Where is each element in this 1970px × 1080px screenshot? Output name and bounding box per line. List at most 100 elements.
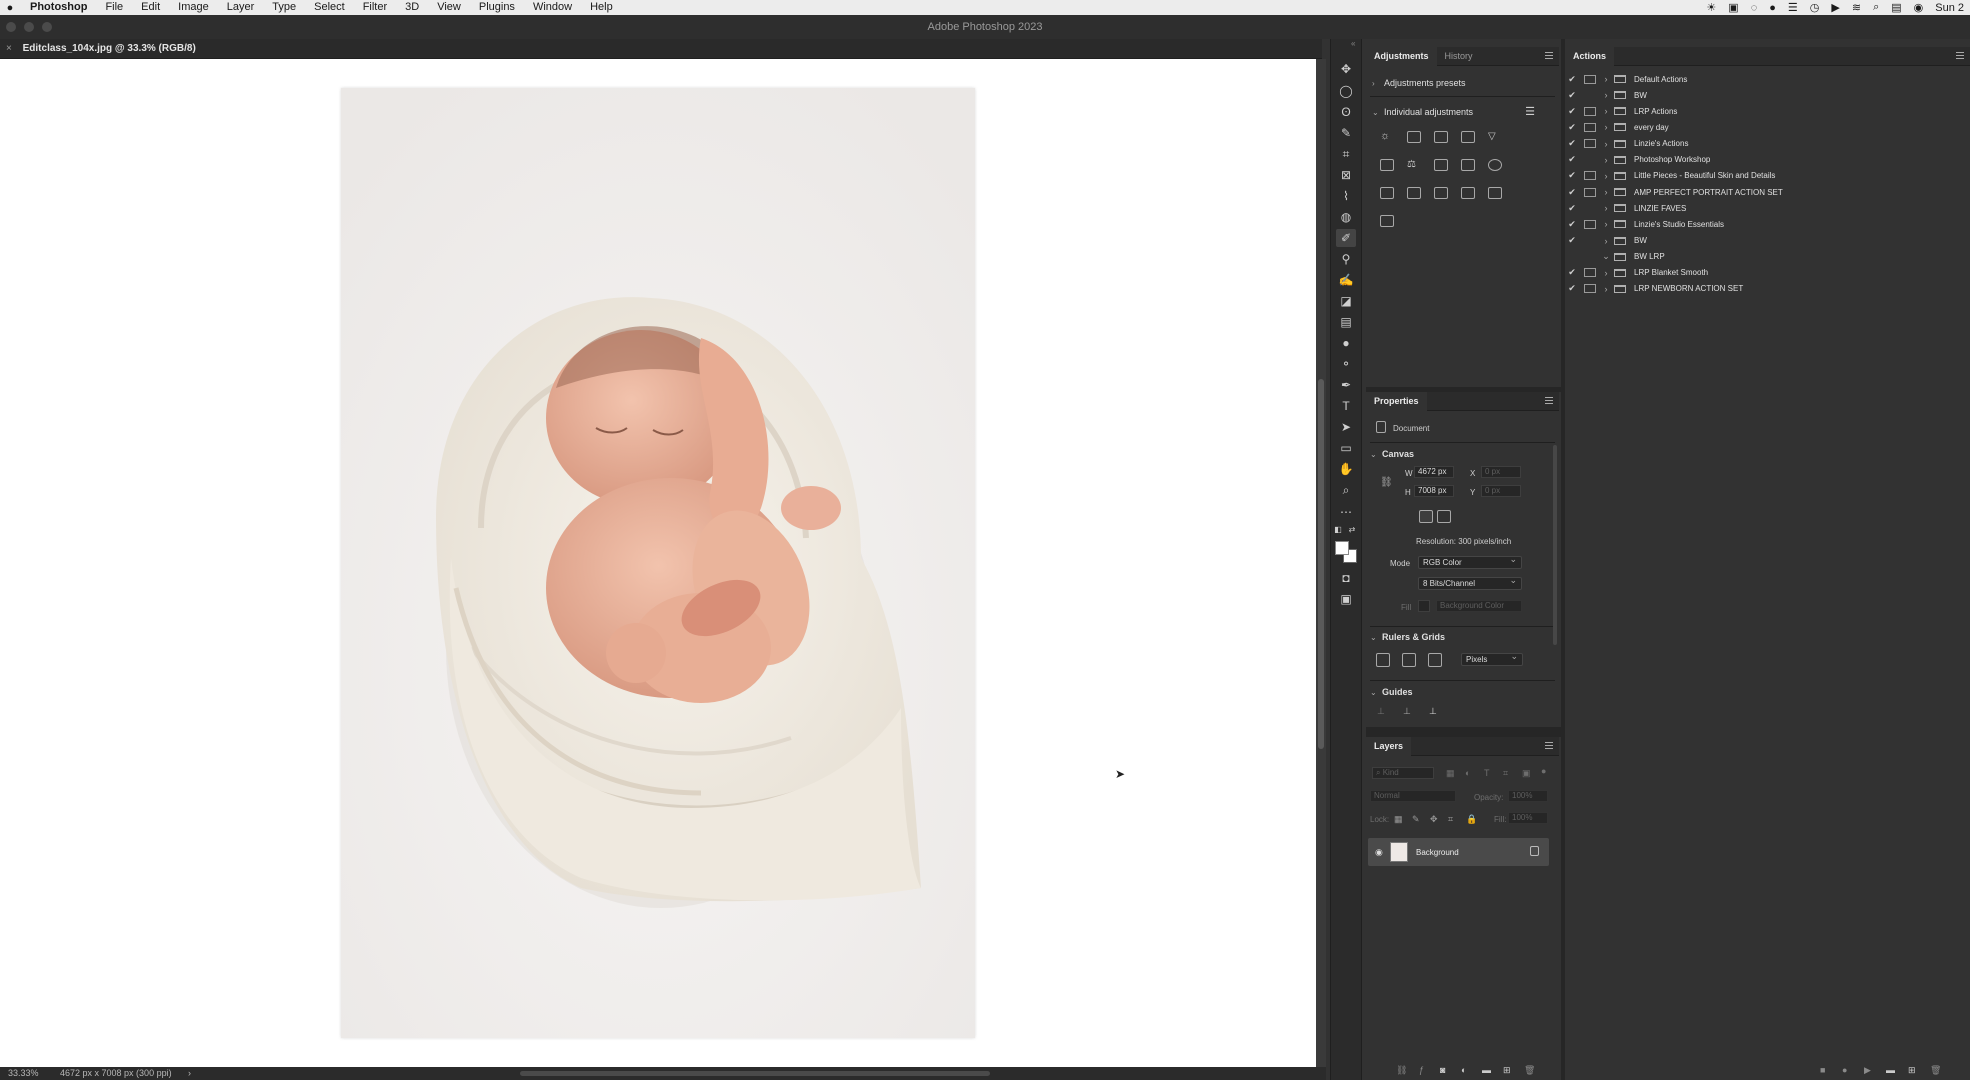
action-set-row[interactable]: ⌄ BW LRP (1566, 249, 1964, 265)
canvas-area[interactable] (0, 59, 1316, 1067)
guides-section[interactable]: ⌄ Guides (1370, 687, 1413, 697)
vertical-scroll-thumb[interactable] (1318, 379, 1324, 749)
panel-menu-icon[interactable] (1956, 52, 1964, 59)
action-set-row[interactable]: ✔ › Photoshop Workshop (1566, 152, 1964, 168)
menu-type[interactable]: Type (272, 0, 296, 15)
brightness-icon[interactable]: ☀ (1706, 1, 1716, 14)
fill-field[interactable]: 100% (1508, 812, 1548, 824)
chevron-right-icon[interactable]: › (1600, 203, 1612, 213)
record-icon[interactable]: ● (1842, 1065, 1847, 1075)
new-action-icon[interactable]: ⊞ (1908, 1065, 1916, 1076)
dialog-toggle-icon[interactable] (1584, 204, 1596, 213)
action-set-row[interactable]: ✔ › Default Actions (1566, 71, 1964, 87)
x-field[interactable]: 0 px (1481, 466, 1521, 478)
panel-divider[interactable] (1366, 387, 1561, 392)
dodge-tool-icon[interactable]: ⚬ (1336, 355, 1356, 373)
toggle-check-icon[interactable]: ✔ (1566, 283, 1578, 294)
toggle-check-icon[interactable]: ✔ (1566, 138, 1578, 149)
dialog-toggle-icon[interactable] (1584, 106, 1596, 116)
panel-menu-icon[interactable] (1545, 397, 1553, 404)
dialog-toggle-icon[interactable] (1584, 91, 1596, 100)
chevron-right-icon[interactable]: › (1600, 74, 1612, 84)
action-set-row[interactable]: ✔ › BW (1566, 87, 1964, 103)
vibrance-icon[interactable]: ▽ (1488, 131, 1502, 143)
canvas-section[interactable]: ⌄ Canvas (1370, 449, 1414, 459)
toggle-check-icon[interactable]: ✔ (1566, 267, 1578, 278)
action-set-row[interactable]: ✔ › LINZIE FAVES (1566, 200, 1964, 216)
clock[interactable]: Sun 2 (1935, 2, 1964, 14)
history-brush-tool-icon[interactable]: ✍ (1336, 271, 1356, 289)
apple-logo-icon[interactable]: ● (2, 2, 18, 14)
menu-app-name[interactable]: Photoshop (30, 0, 87, 15)
lock-all-icon[interactable]: 🔒 (1466, 814, 1477, 825)
layer-style-icon[interactable]: ƒ (1419, 1065, 1424, 1075)
action-set-row[interactable]: ✔ › LRP Blanket Smooth (1566, 265, 1964, 281)
control-center-icon[interactable]: ▤ (1891, 1, 1901, 14)
action-set-row[interactable]: ✔ › every day (1566, 119, 1964, 135)
spotlight-icon[interactable]: ⌕ (1873, 1, 1879, 14)
rectangle-tool-icon[interactable]: ▭ (1336, 439, 1356, 457)
action-set-row[interactable]: ✔ › LRP Actions (1566, 103, 1964, 119)
tab-layers[interactable]: Layers (1366, 736, 1412, 756)
time-machine-icon[interactable]: ◷ (1810, 1, 1820, 14)
dialog-toggle-icon[interactable] (1584, 74, 1596, 84)
play-icon[interactable]: ▶ (1831, 1, 1839, 14)
chevron-right-icon[interactable]: › (1600, 236, 1612, 246)
link-dimensions-icon[interactable]: ⛓ (1380, 477, 1393, 488)
quick-mask-icon[interactable]: ◘ (1336, 569, 1356, 587)
action-set-row[interactable]: ✔ › BW (1566, 233, 1964, 249)
exposure-icon[interactable] (1461, 131, 1475, 143)
menu-view[interactable]: View (437, 0, 461, 15)
type-tool-icon[interactable]: T (1336, 397, 1356, 415)
y-field[interactable]: 0 px (1481, 485, 1521, 497)
add-mask-icon[interactable]: ◙ (1440, 1065, 1445, 1075)
horizontal-scroll-thumb[interactable] (520, 1071, 990, 1076)
width-field[interactable]: 4672 px (1414, 466, 1454, 478)
individual-adjustments-section[interactable]: ⌄ Individual adjustments (1372, 107, 1473, 117)
action-set-row[interactable]: ✔ › AMP PERFECT PORTRAIT ACTION SET (1566, 184, 1964, 200)
pixel-filter-icon[interactable]: ▦ (1446, 768, 1455, 779)
collapse-tools-icon[interactable]: « (1351, 39, 1355, 48)
dialog-toggle-icon[interactable] (1584, 171, 1596, 181)
tab-adjustments[interactable]: Adjustments (1366, 46, 1437, 66)
foreground-color-swatch[interactable] (1335, 541, 1349, 555)
threshold-icon[interactable] (1461, 187, 1475, 199)
hand-tool-icon[interactable]: ✋ (1336, 460, 1356, 478)
bit-depth-dropdown[interactable]: 8 Bits/Channel (1418, 575, 1522, 590)
dialog-toggle-icon[interactable] (1584, 268, 1596, 278)
levels-icon[interactable] (1407, 131, 1421, 143)
menu-help[interactable]: Help (590, 0, 613, 15)
invert-icon[interactable] (1407, 187, 1421, 199)
dialog-toggle-icon[interactable] (1584, 187, 1596, 197)
blend-mode-dropdown[interactable]: Normal (1370, 790, 1456, 802)
selective-color-icon[interactable] (1488, 187, 1502, 199)
swap-colors-icon[interactable]: ⇄ (1346, 524, 1358, 534)
adjustments-presets-section[interactable]: › Adjustments presets (1372, 78, 1466, 88)
properties-scroll-thumb[interactable] (1553, 445, 1557, 645)
rulers-icon[interactable] (1376, 653, 1390, 667)
canvas-vertical-scrollbar[interactable] (1316, 59, 1326, 1067)
lock-transparency-icon[interactable]: ▦ (1394, 814, 1403, 825)
color-mode-dropdown[interactable]: RGB Color (1418, 554, 1522, 569)
chevron-right-icon[interactable]: › (1600, 268, 1612, 278)
lasso-tool-icon[interactable]: ʘ (1336, 103, 1356, 121)
dialog-toggle-icon[interactable] (1584, 139, 1596, 149)
dialog-toggle-icon[interactable] (1584, 252, 1596, 261)
color-balance-icon[interactable]: ⚖ (1407, 159, 1421, 171)
rulers-grids-section[interactable]: ⌄ Rulers & Grids (1370, 632, 1445, 642)
color-lookup-icon[interactable] (1380, 187, 1394, 199)
healing-brush-tool-icon[interactable]: ◍ (1336, 208, 1356, 226)
height-field[interactable]: 7008 px (1414, 485, 1454, 497)
hue-saturation-icon[interactable] (1380, 159, 1394, 171)
status-menu-chevron-icon[interactable]: › (188, 1067, 191, 1080)
fill-swatch[interactable] (1418, 600, 1430, 612)
landscape-orientation-icon[interactable] (1437, 510, 1451, 523)
action-set-row[interactable]: ✔ › Linzie's Studio Essentials (1566, 216, 1964, 232)
dialog-toggle-icon[interactable] (1584, 236, 1596, 245)
layer-name[interactable]: Background (1416, 848, 1459, 857)
black-white-icon[interactable] (1434, 159, 1448, 171)
gradient-tool-icon[interactable]: ▤ (1336, 313, 1356, 331)
more-tools-icon[interactable]: ⋯ (1336, 503, 1356, 521)
panel-menu-icon[interactable] (1545, 742, 1553, 749)
frame-tool-icon[interactable]: ⊠ (1336, 166, 1356, 184)
